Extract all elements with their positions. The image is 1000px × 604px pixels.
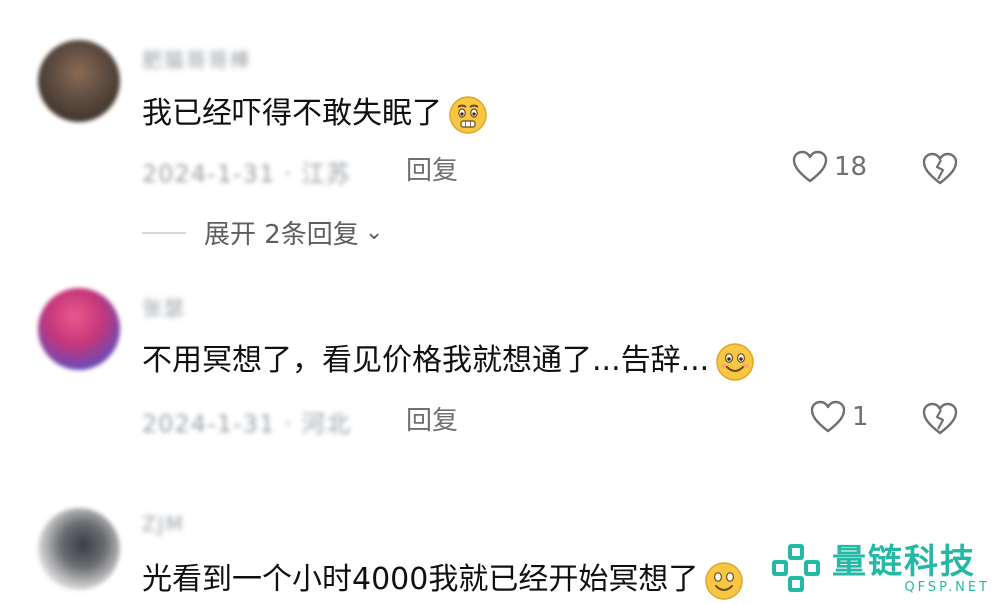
watermark: 量链科技 QFSP.NET	[768, 532, 996, 602]
expand-divider	[142, 231, 186, 234]
broken-heart-icon[interactable]	[922, 152, 958, 186]
comment-username[interactable]: 肥猫哥哥棒	[142, 44, 252, 73]
like-count: 18	[834, 152, 868, 182]
like-button[interactable]: 1	[810, 400, 869, 434]
qfsp-logo-icon	[772, 544, 820, 592]
broken-heart-icon[interactable]	[922, 402, 958, 436]
like-count: 1	[852, 402, 869, 432]
reply-button[interactable]: 回复	[406, 150, 458, 187]
expand-replies-button[interactable]: 展开 2条回复 ⌄	[142, 214, 383, 251]
avatar[interactable]	[38, 508, 120, 590]
avatar[interactable]	[38, 40, 120, 122]
chevron-down-icon: ⌄	[364, 220, 384, 245]
comment-date: 2024-1-31 · 河北	[142, 410, 352, 438]
watermark-subtitle: QFSP.NET	[904, 580, 990, 595]
worried-face-icon	[449, 95, 487, 134]
heart-icon	[810, 400, 846, 433]
comment-username[interactable]: 张瑟	[142, 292, 186, 321]
expand-replies-label: 展开 2条回复	[204, 220, 359, 250]
avatar[interactable]	[38, 288, 120, 370]
comment-text-content: 我已经吓得不敢失眠了	[142, 96, 442, 131]
comment-username[interactable]: ZJM	[142, 512, 185, 536]
comment-text: 光看到一个小时4000我就已经开始冥想了	[142, 560, 744, 601]
like-button[interactable]: 18	[792, 150, 867, 184]
comment-text-content: 光看到一个小时4000我就已经开始冥想了	[142, 562, 699, 597]
comment-text-content: 不用冥想了，看见价格我就想通了...告辞...	[142, 343, 710, 378]
watermark-title: 量链科技	[832, 542, 976, 582]
smiling-face-icon	[705, 561, 744, 600]
smiling-face-icon	[716, 342, 754, 381]
heart-icon	[792, 150, 828, 183]
comment-text: 不用冥想了，看见价格我就想通了...告辞...	[142, 341, 755, 382]
comment-date: 2024-1-31 · 江苏	[142, 160, 352, 188]
comment-text: 我已经吓得不敢失眠了	[142, 94, 488, 135]
reply-button[interactable]: 回复	[406, 400, 458, 437]
